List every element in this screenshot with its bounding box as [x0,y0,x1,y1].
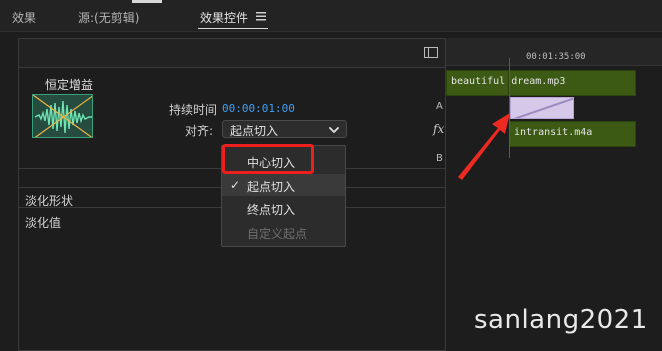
clip-label: intransit.m4a [514,127,593,138]
top-bar: 效果 源:(无剪辑) 效果控件 [0,0,662,32]
track-b-label: B [436,153,443,164]
menu-item-start-cut[interactable]: ✓ 起点切入 [222,174,345,196]
top-accent-bar [132,0,162,3]
watermark: sanlang2021 [474,305,648,335]
timeline-edge [636,70,662,150]
align-select[interactable]: 起点切入 [222,120,347,138]
tab-effect-controls[interactable]: 效果控件 [200,9,248,26]
ruler-time: 00:01:35:00 [526,52,586,62]
track-a-label: A [436,101,443,112]
menu-item-custom-start: 自定义起点 [222,221,345,243]
chevron-down-icon [329,127,339,133]
menu-item-end-cut[interactable]: 终点切入 [222,197,345,219]
tab-effects[interactable]: 效果 [12,9,36,26]
timeline-ruler: 00:01:35:00 [446,38,662,66]
panel-header [19,39,445,68]
hamburger-icon[interactable] [256,12,266,21]
transition-box[interactable] [510,97,574,119]
menu-item-label: 起点切入 [247,180,296,194]
audio-clip-bottom[interactable]: intransit.m4a [509,121,636,147]
fx-icon[interactable]: fx [433,122,444,136]
tab-active-underline [198,28,268,29]
red-highlight-box [222,144,314,174]
menu-item-label: 终点切入 [247,203,296,217]
fade-value-label: 淡化值 [25,216,62,230]
checkmark-icon: ✓ [230,178,241,192]
fade-shape-label: 淡化形状 [25,194,74,208]
duration-value[interactable]: 00:00:01:00 [222,102,295,115]
tab-source[interactable]: 源:(无剪辑) [78,9,139,26]
effect-name: 恒定增益 [45,78,94,92]
align-select-value: 起点切入 [230,124,279,138]
audio-clip-top[interactable]: beautiful dream.mp3 [446,70,636,96]
align-label: 对齐: [185,124,214,138]
effect-thumbnail [32,94,93,138]
playhead [509,58,510,158]
duration-label: 持续时间 [169,103,218,117]
menu-item-label: 自定义起点 [247,227,308,241]
panel-toggle-icon[interactable] [424,47,438,58]
